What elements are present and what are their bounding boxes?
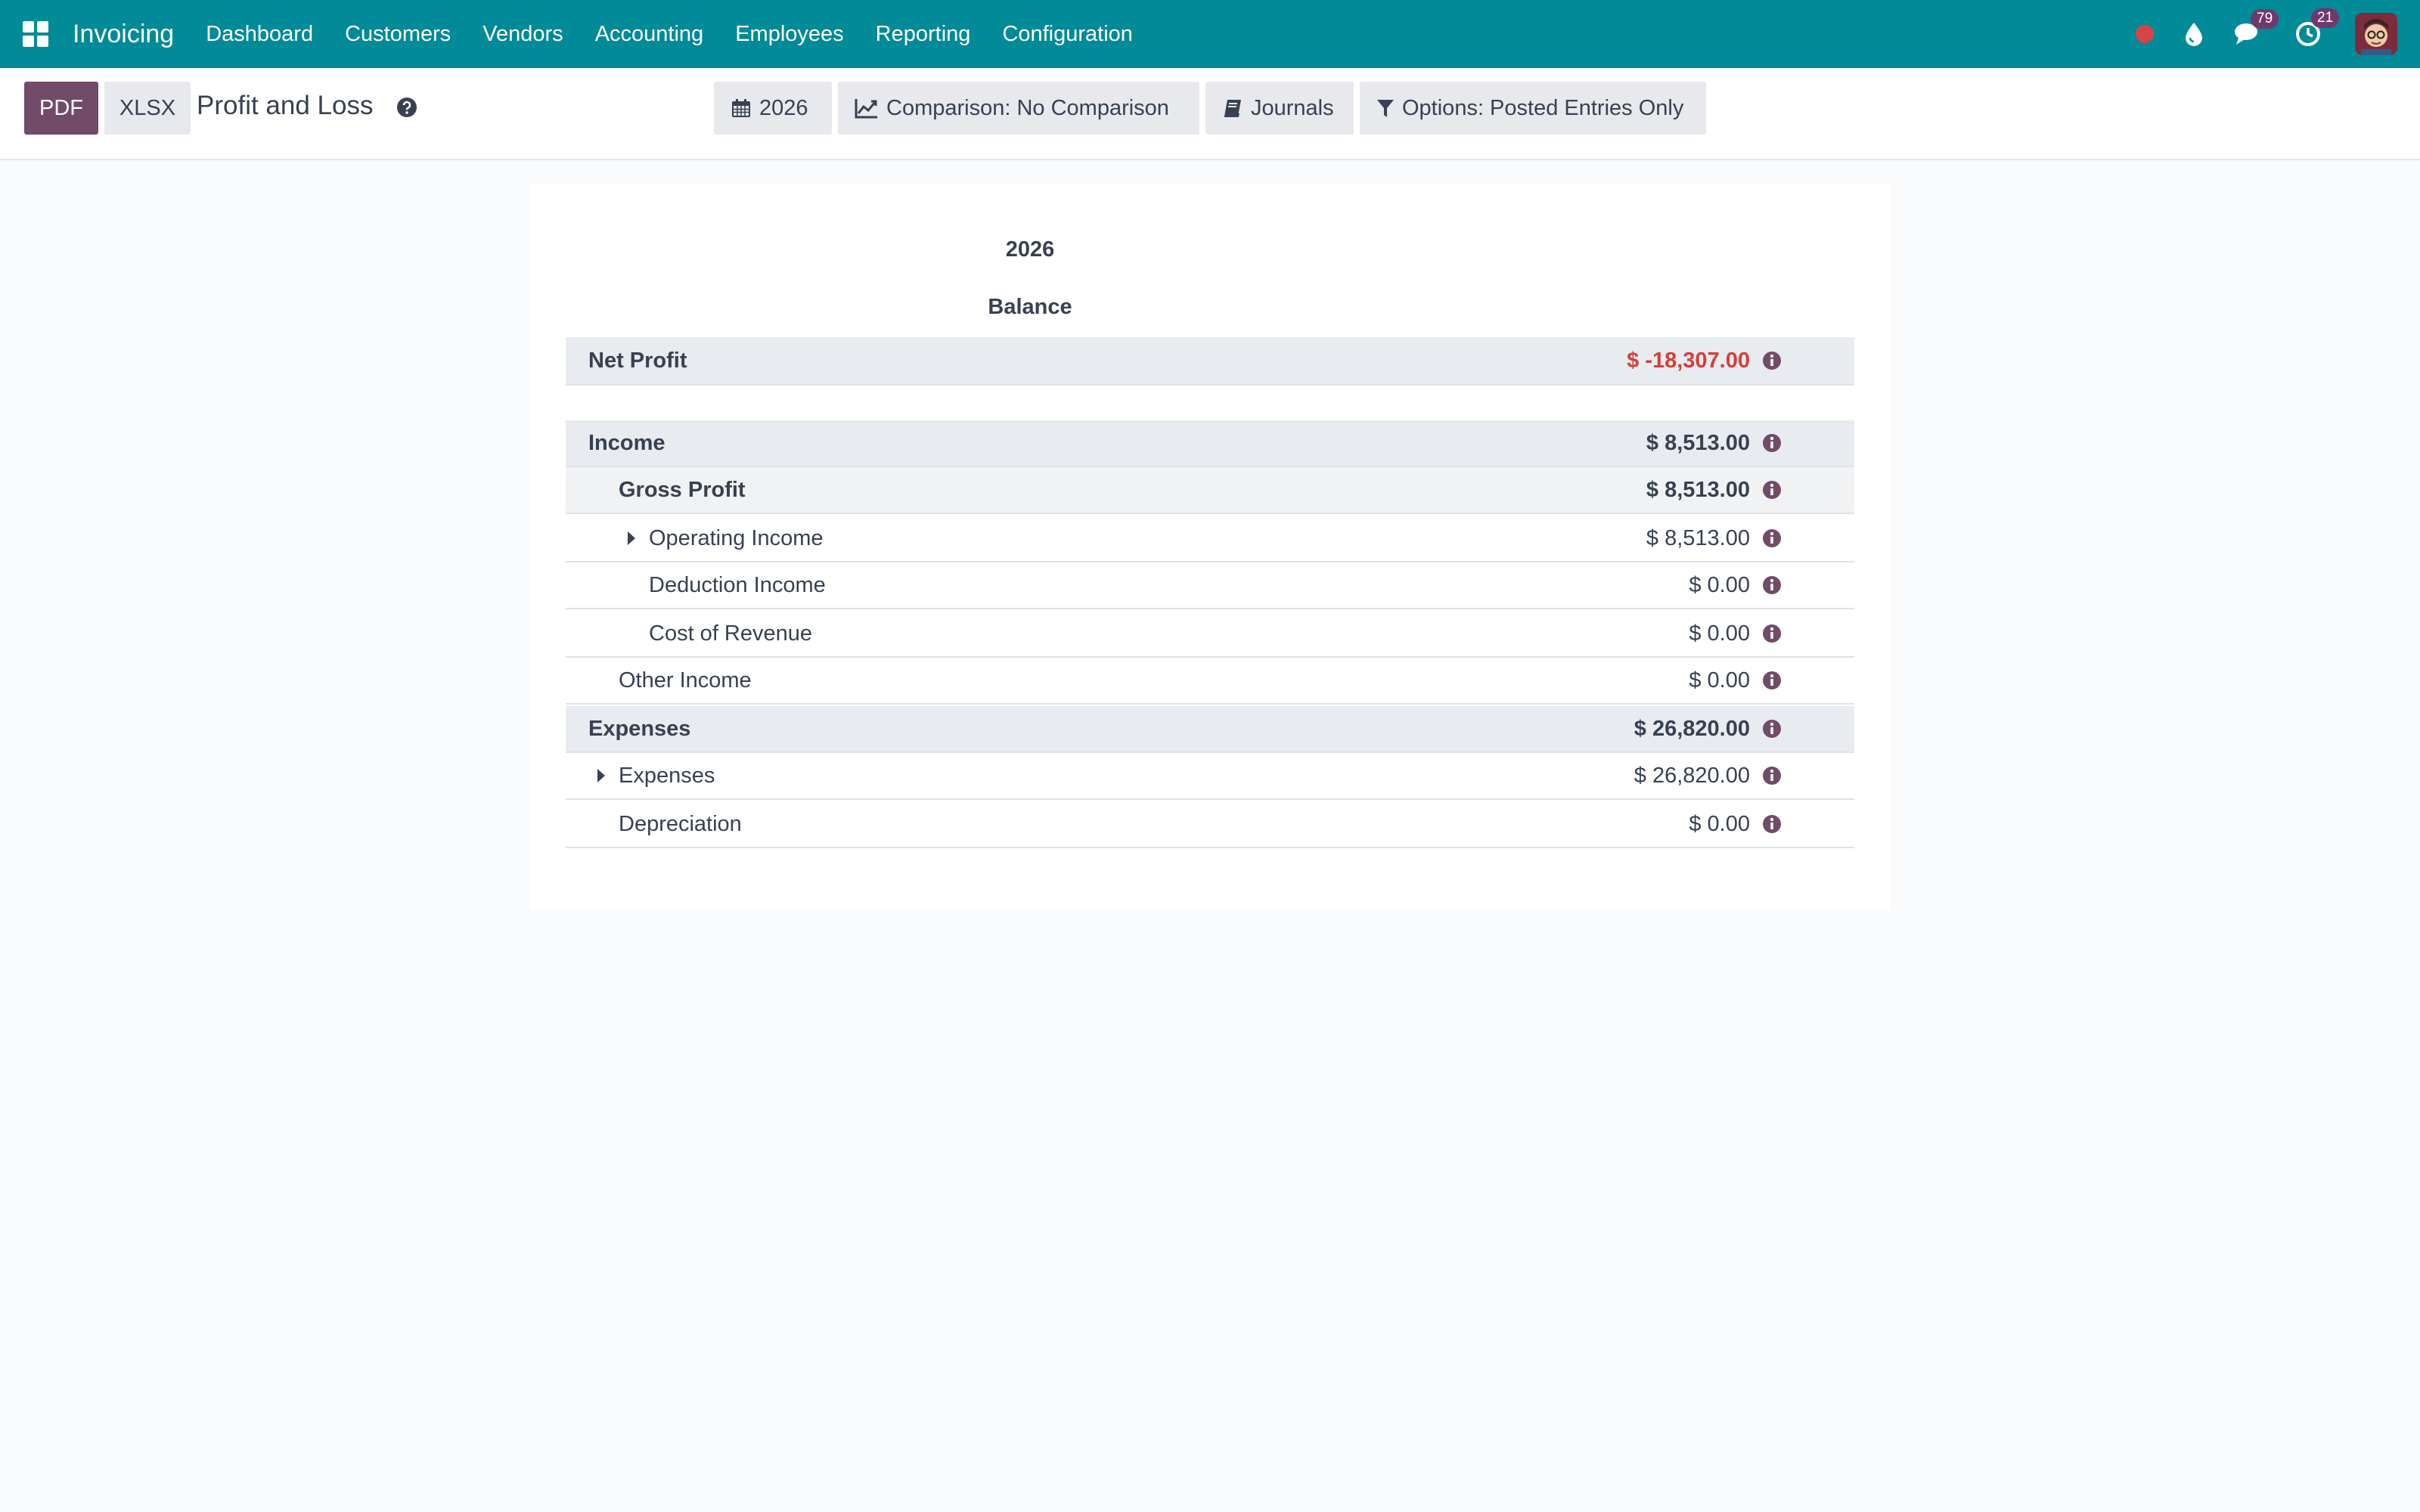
- row-amount[interactable]: $ 8,513.00: [1646, 478, 1750, 503]
- options-filter-label: Options: Posted Entries Only: [1402, 95, 1684, 120]
- pdf-button[interactable]: PDF: [24, 82, 98, 135]
- report-row-operating-income[interactable]: Operating Income $ 8,513.00: [566, 516, 1854, 562]
- date-filter-label: 2026: [759, 95, 808, 120]
- row-label: Cost of Revenue: [649, 621, 813, 646]
- report-row-income[interactable]: Income $ 8,513.00: [566, 420, 1854, 467]
- row-amount[interactable]: $ 8,513.00: [1646, 431, 1750, 456]
- report-row-expenses-section[interactable]: Expenses $ 26,820.00: [566, 706, 1854, 753]
- row-label: Income: [588, 430, 666, 455]
- row-amount[interactable]: $ 26,820.00: [1634, 764, 1750, 789]
- app-name[interactable]: Invoicing: [73, 20, 174, 49]
- expand-caret-icon[interactable]: [628, 531, 635, 545]
- row-amount[interactable]: $ 8,513.00: [1646, 526, 1750, 551]
- info-icon[interactable]: [1762, 433, 1782, 453]
- record-indicator[interactable]: [2136, 25, 2154, 43]
- book-icon: [1224, 100, 1241, 117]
- row-amount[interactable]: $ 0.00: [1689, 668, 1750, 693]
- menu-vendors[interactable]: Vendors: [482, 22, 563, 47]
- row-label: Expenses: [588, 716, 691, 741]
- report-row-depreciation[interactable]: Depreciation $ 0.00: [566, 801, 1854, 848]
- row-label: Gross Profit: [619, 477, 746, 502]
- report-row-cost-of-revenue[interactable]: Cost of Revenue $ 0.00: [566, 611, 1854, 658]
- messages-badge: 79: [2251, 9, 2279, 29]
- row-label: Other Income: [619, 668, 752, 692]
- page-title: Profit and Loss: [197, 91, 374, 120]
- info-icon[interactable]: [1762, 575, 1782, 595]
- report-row-deduction-income[interactable]: Deduction Income $ 0.00: [566, 562, 1854, 609]
- expand-caret-icon[interactable]: [597, 769, 605, 782]
- avatar-icon: [2355, 13, 2397, 55]
- help-icon[interactable]: [396, 97, 417, 118]
- options-filter-button[interactable]: Options: Posted Entries Only: [1360, 82, 1706, 135]
- date-filter-button[interactable]: 2026: [714, 82, 832, 135]
- info-icon[interactable]: [1762, 480, 1782, 500]
- journals-filter-button[interactable]: Journals: [1205, 82, 1354, 135]
- row-amount[interactable]: $ -18,307.00: [1627, 349, 1750, 373]
- row-amount[interactable]: $ 0.00: [1689, 812, 1750, 837]
- info-icon[interactable]: [1762, 814, 1782, 834]
- main-menu: Dashboard Customers Vendors Accounting E…: [191, 22, 1150, 47]
- journals-filter-label: Journals: [1251, 95, 1334, 120]
- report-row-net-profit[interactable]: Net Profit $ -18,307.00: [566, 337, 1854, 386]
- top-navbar: Invoicing Dashboard Customers Vendors Ac…: [0, 0, 2420, 68]
- filter-icon: [1377, 100, 1394, 117]
- row-amount[interactable]: $ 0.00: [1689, 621, 1750, 646]
- droplet-button[interactable]: [2184, 21, 2204, 47]
- record-dot-icon: [2136, 25, 2154, 43]
- messages-button[interactable]: 79: [2234, 9, 2279, 47]
- user-avatar[interactable]: [2355, 13, 2397, 55]
- xlsx-button[interactable]: XLSX: [104, 82, 191, 135]
- info-icon[interactable]: [1762, 528, 1782, 548]
- menu-employees[interactable]: Employees: [735, 22, 843, 47]
- column-header-year: 2026: [1005, 237, 1055, 262]
- row-label: Depreciation: [619, 811, 742, 836]
- calendar-icon: [732, 99, 750, 117]
- line-chart-icon: [855, 99, 877, 119]
- row-amount[interactable]: $ 0.00: [1689, 573, 1750, 598]
- comparison-filter-button[interactable]: Comparison: No Comparison: [838, 82, 1199, 135]
- row-label: Deduction Income: [649, 572, 826, 597]
- menu-reporting[interactable]: Reporting: [876, 22, 971, 47]
- menu-accounting[interactable]: Accounting: [595, 22, 704, 47]
- row-label: Operating Income: [649, 525, 824, 550]
- info-icon[interactable]: [1762, 671, 1782, 690]
- comparison-filter-label: Comparison: No Comparison: [886, 95, 1169, 120]
- info-icon[interactable]: [1762, 351, 1782, 370]
- report-row-other-income[interactable]: Other Income $ 0.00: [566, 658, 1854, 705]
- info-icon[interactable]: [1762, 766, 1782, 785]
- row-label: Net Profit: [588, 348, 687, 373]
- info-icon[interactable]: [1762, 719, 1782, 739]
- info-icon[interactable]: [1762, 624, 1782, 643]
- control-panel: PDF XLSX Profit and Loss 2026 Comparison…: [0, 68, 2420, 160]
- menu-customers[interactable]: Customers: [345, 22, 451, 47]
- report-row-expenses[interactable]: Expenses $ 26,820.00: [566, 753, 1854, 800]
- activities-button[interactable]: 21: [2294, 8, 2340, 48]
- apps-menu-icon[interactable]: [23, 21, 48, 47]
- activities-badge: 21: [2311, 8, 2340, 28]
- droplet-icon: [2186, 23, 2202, 46]
- report-row-gross-profit[interactable]: Gross Profit $ 8,513.00: [566, 467, 1854, 514]
- menu-configuration[interactable]: Configuration: [1002, 22, 1133, 47]
- systray: 79 21: [2105, 0, 2397, 68]
- column-header-balance: Balance: [988, 295, 1072, 319]
- row-amount[interactable]: $ 26,820.00: [1634, 717, 1750, 742]
- menu-dashboard[interactable]: Dashboard: [206, 22, 313, 47]
- row-label: Expenses: [619, 763, 715, 788]
